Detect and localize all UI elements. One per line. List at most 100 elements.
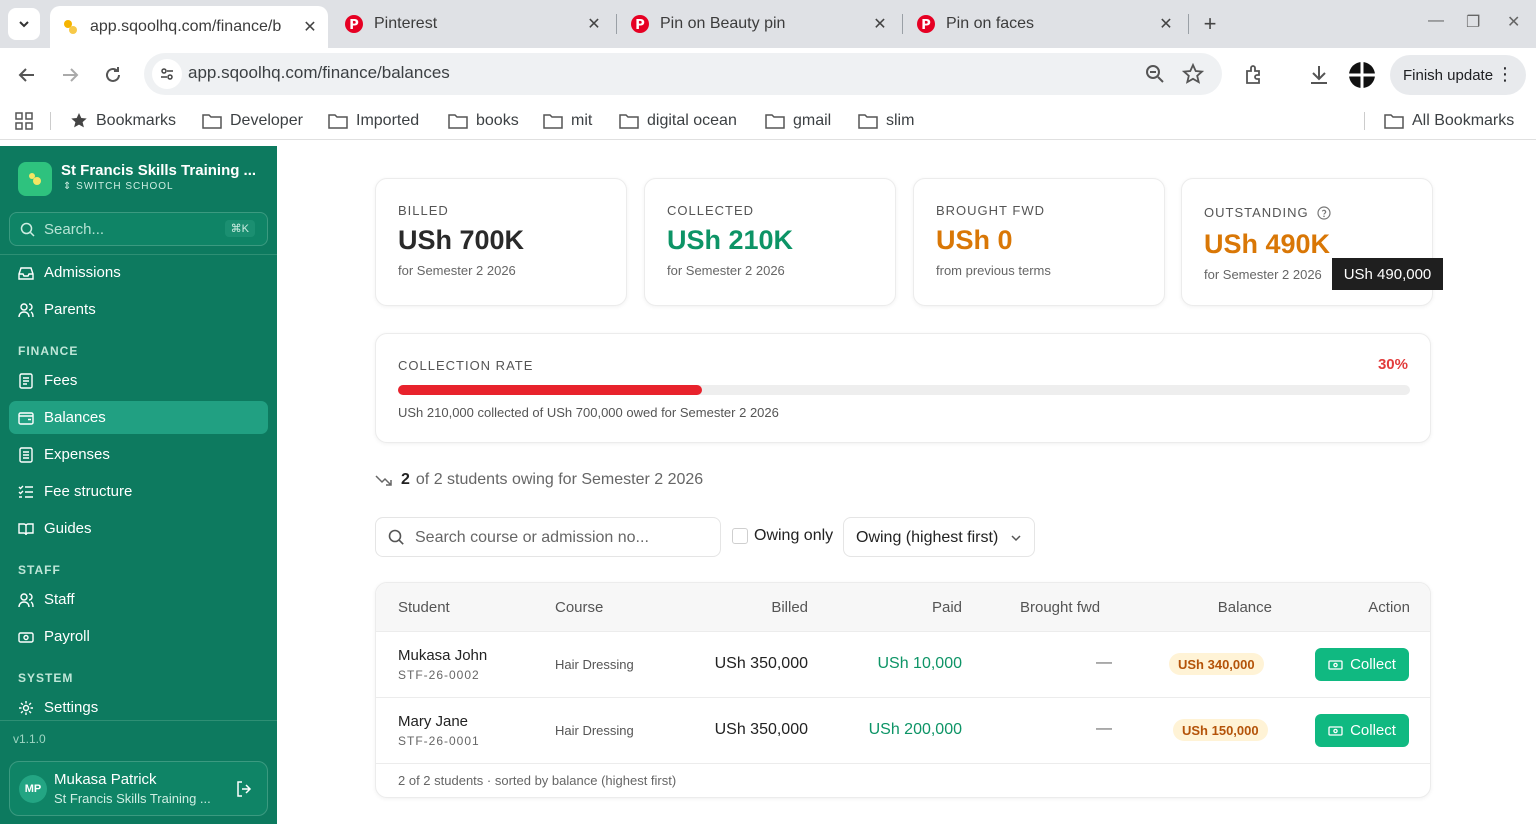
bookmark-label: Bookmarks	[96, 112, 177, 129]
apps-grid-icon[interactable]	[15, 112, 33, 130]
close-icon[interactable]: ✕	[580, 10, 608, 38]
column-header-paid[interactable]: Paid	[932, 599, 962, 616]
bookmarks-divider	[50, 112, 51, 130]
close-icon[interactable]: ✕	[866, 10, 894, 38]
user-profile-card[interactable]: MP Mukasa Patrick St Francis Skills Trai…	[9, 761, 268, 816]
sidebar-item-expenses[interactable]: Expenses	[9, 438, 268, 471]
bookmark-digital-ocean[interactable]: digital ocean	[619, 110, 737, 132]
bookmark-gmail[interactable]: gmail	[765, 110, 831, 132]
switch-school-label: SWITCH SCHOOL	[76, 181, 174, 192]
pinterest-icon: P	[345, 15, 363, 33]
sidebar-search[interactable]: Search... ⌘K	[9, 212, 268, 246]
logout-icon[interactable]	[235, 780, 253, 798]
help-circle-icon[interactable]	[1317, 205, 1331, 220]
forward-button[interactable]	[57, 62, 83, 88]
bookmarks-divider	[1364, 112, 1365, 130]
sidebar-item-fee-structure[interactable]: Fee structure	[9, 475, 268, 508]
owing-count: 2	[401, 471, 410, 488]
owing-only-checkbox[interactable]	[732, 528, 748, 544]
kpi-label: COLLECTED	[667, 203, 755, 218]
table-row[interactable]: Mary Jane STF-26-0001 Hair Dressing USh …	[376, 698, 1430, 764]
new-tab-button[interactable]: +	[1196, 10, 1224, 38]
school-name[interactable]: St Francis Skills Training ...	[61, 162, 256, 179]
bookmark-slim[interactable]: slim	[858, 110, 914, 132]
collect-button-label: Collect	[1350, 656, 1396, 673]
sidebar-divider	[0, 254, 277, 255]
student-name: Mary Jane	[398, 713, 469, 730]
collect-button[interactable]: Collect	[1315, 648, 1409, 681]
back-button[interactable]	[14, 62, 40, 88]
column-header-balance[interactable]: Balance	[1218, 599, 1272, 616]
column-header-student[interactable]: Student	[398, 599, 450, 616]
sidebar-item-fees[interactable]: Fees	[9, 364, 268, 397]
bookmark-all-bookmarks[interactable]: All Bookmarks	[1384, 110, 1514, 132]
sidebar-item-guides[interactable]: Guides	[9, 512, 268, 545]
bookmark-bookmarks[interactable]: Bookmarks	[70, 110, 176, 132]
bookmark-label: All Bookmarks	[1412, 112, 1515, 129]
kpi-value: USh 0	[936, 225, 1013, 255]
student-name: Mukasa John	[398, 647, 488, 664]
kpi-card-collected: COLLECTED USh 210K for Semester 2 2026	[644, 178, 896, 306]
column-header-brought-fwd[interactable]: Brought fwd	[1020, 599, 1100, 616]
bookmark-imported[interactable]: Imported	[328, 110, 419, 132]
bookmark-books[interactable]: books	[448, 110, 519, 132]
collection-rate-percent: 30%	[1377, 356, 1408, 373]
url-host: app.sqoolhq.com	[188, 63, 318, 82]
sidebar-section-system: SYSTEM	[18, 671, 74, 685]
restore-button[interactable]: ❐	[1466, 12, 1480, 32]
bookmark-mit[interactable]: mit	[543, 110, 592, 132]
browser-toolbar: app.sqoolhq.com/finance/balances Finish …	[0, 48, 1536, 102]
users-icon	[18, 302, 34, 317]
tab-sqoolhq[interactable]: app.sqoolhq.com/finance/b ✕	[50, 6, 328, 48]
download-icon[interactable]	[1307, 63, 1331, 87]
chevron-up-down-icon: ⇕	[63, 181, 77, 192]
column-header-billed[interactable]: Billed	[771, 599, 808, 616]
site-info-button[interactable]	[152, 59, 182, 89]
sidebar-search-placeholder: Search...	[44, 221, 105, 238]
course-search-input[interactable]: Search course or admission no...	[375, 517, 721, 557]
sidebar-item-balances[interactable]: Balances	[9, 401, 268, 434]
minimize-button[interactable]: —	[1428, 12, 1444, 30]
profile-avatar-icon[interactable]	[1348, 61, 1376, 89]
sidebar-item-label: Staff	[44, 591, 75, 608]
finish-update-label: Finish update	[1403, 66, 1494, 84]
sidebar-item-parents[interactable]: Parents	[9, 293, 268, 326]
close-icon[interactable]: ✕	[296, 13, 324, 41]
reload-button[interactable]	[100, 62, 126, 88]
folder-icon	[543, 114, 563, 129]
receipt-icon	[19, 372, 33, 389]
star-icon[interactable]	[1182, 63, 1204, 85]
kpi-label: BILLED	[398, 203, 449, 218]
table-row[interactable]: Mukasa John STF-26-0002 Hair Dressing US…	[376, 632, 1430, 698]
collect-button[interactable]: Collect	[1315, 714, 1409, 747]
close-icon[interactable]: ✕	[1152, 10, 1180, 38]
school-logo[interactable]	[18, 162, 52, 196]
sidebar-item-admissions[interactable]: Admissions	[9, 256, 268, 289]
tab-pin-beauty[interactable]: P Pin on Beauty pin ✕	[620, 6, 898, 42]
address-bar[interactable]: app.sqoolhq.com/finance/balances	[144, 53, 1222, 95]
zoom-icon[interactable]	[1144, 63, 1166, 85]
sidebar-item-payroll[interactable]: Payroll	[9, 620, 268, 653]
window-close-button[interactable]: ✕	[1507, 12, 1520, 32]
course-name: Hair Dressing	[555, 657, 634, 672]
kpi-label-row: OUTSTANDING	[1204, 205, 1331, 220]
sidebar-item-staff[interactable]: Staff	[9, 583, 268, 616]
tab-title: app.sqoolhq.com/finance/b	[90, 18, 282, 35]
column-header-course[interactable]: Course	[555, 599, 603, 616]
finish-update-button[interactable]: Finish update ⋮	[1390, 55, 1526, 95]
admission-number: STF-26-0001	[398, 734, 480, 748]
table-footer: 2 of 2 students · sorted by balance (hig…	[398, 773, 677, 788]
bookmark-label: slim	[886, 112, 915, 129]
sort-select[interactable]: Owing (highest first)	[843, 517, 1035, 557]
switch-school-button[interactable]: ⇕ SWITCH SCHOOL	[63, 181, 174, 192]
pinterest-icon: P	[631, 15, 649, 33]
tab-pin-faces[interactable]: P Pin on faces ✕	[906, 6, 1184, 42]
bookmark-developer[interactable]: Developer	[202, 110, 303, 132]
tab-pinterest[interactable]: P Pinterest ✕	[334, 6, 612, 42]
sidebar-item-label: Expenses	[44, 446, 110, 463]
owing-only-label[interactable]: Owing only	[754, 527, 833, 545]
tab-search-button[interactable]	[8, 8, 40, 40]
svg-text:P: P	[635, 18, 645, 33]
users-icon	[18, 592, 34, 607]
extensions-icon[interactable]	[1243, 63, 1267, 87]
